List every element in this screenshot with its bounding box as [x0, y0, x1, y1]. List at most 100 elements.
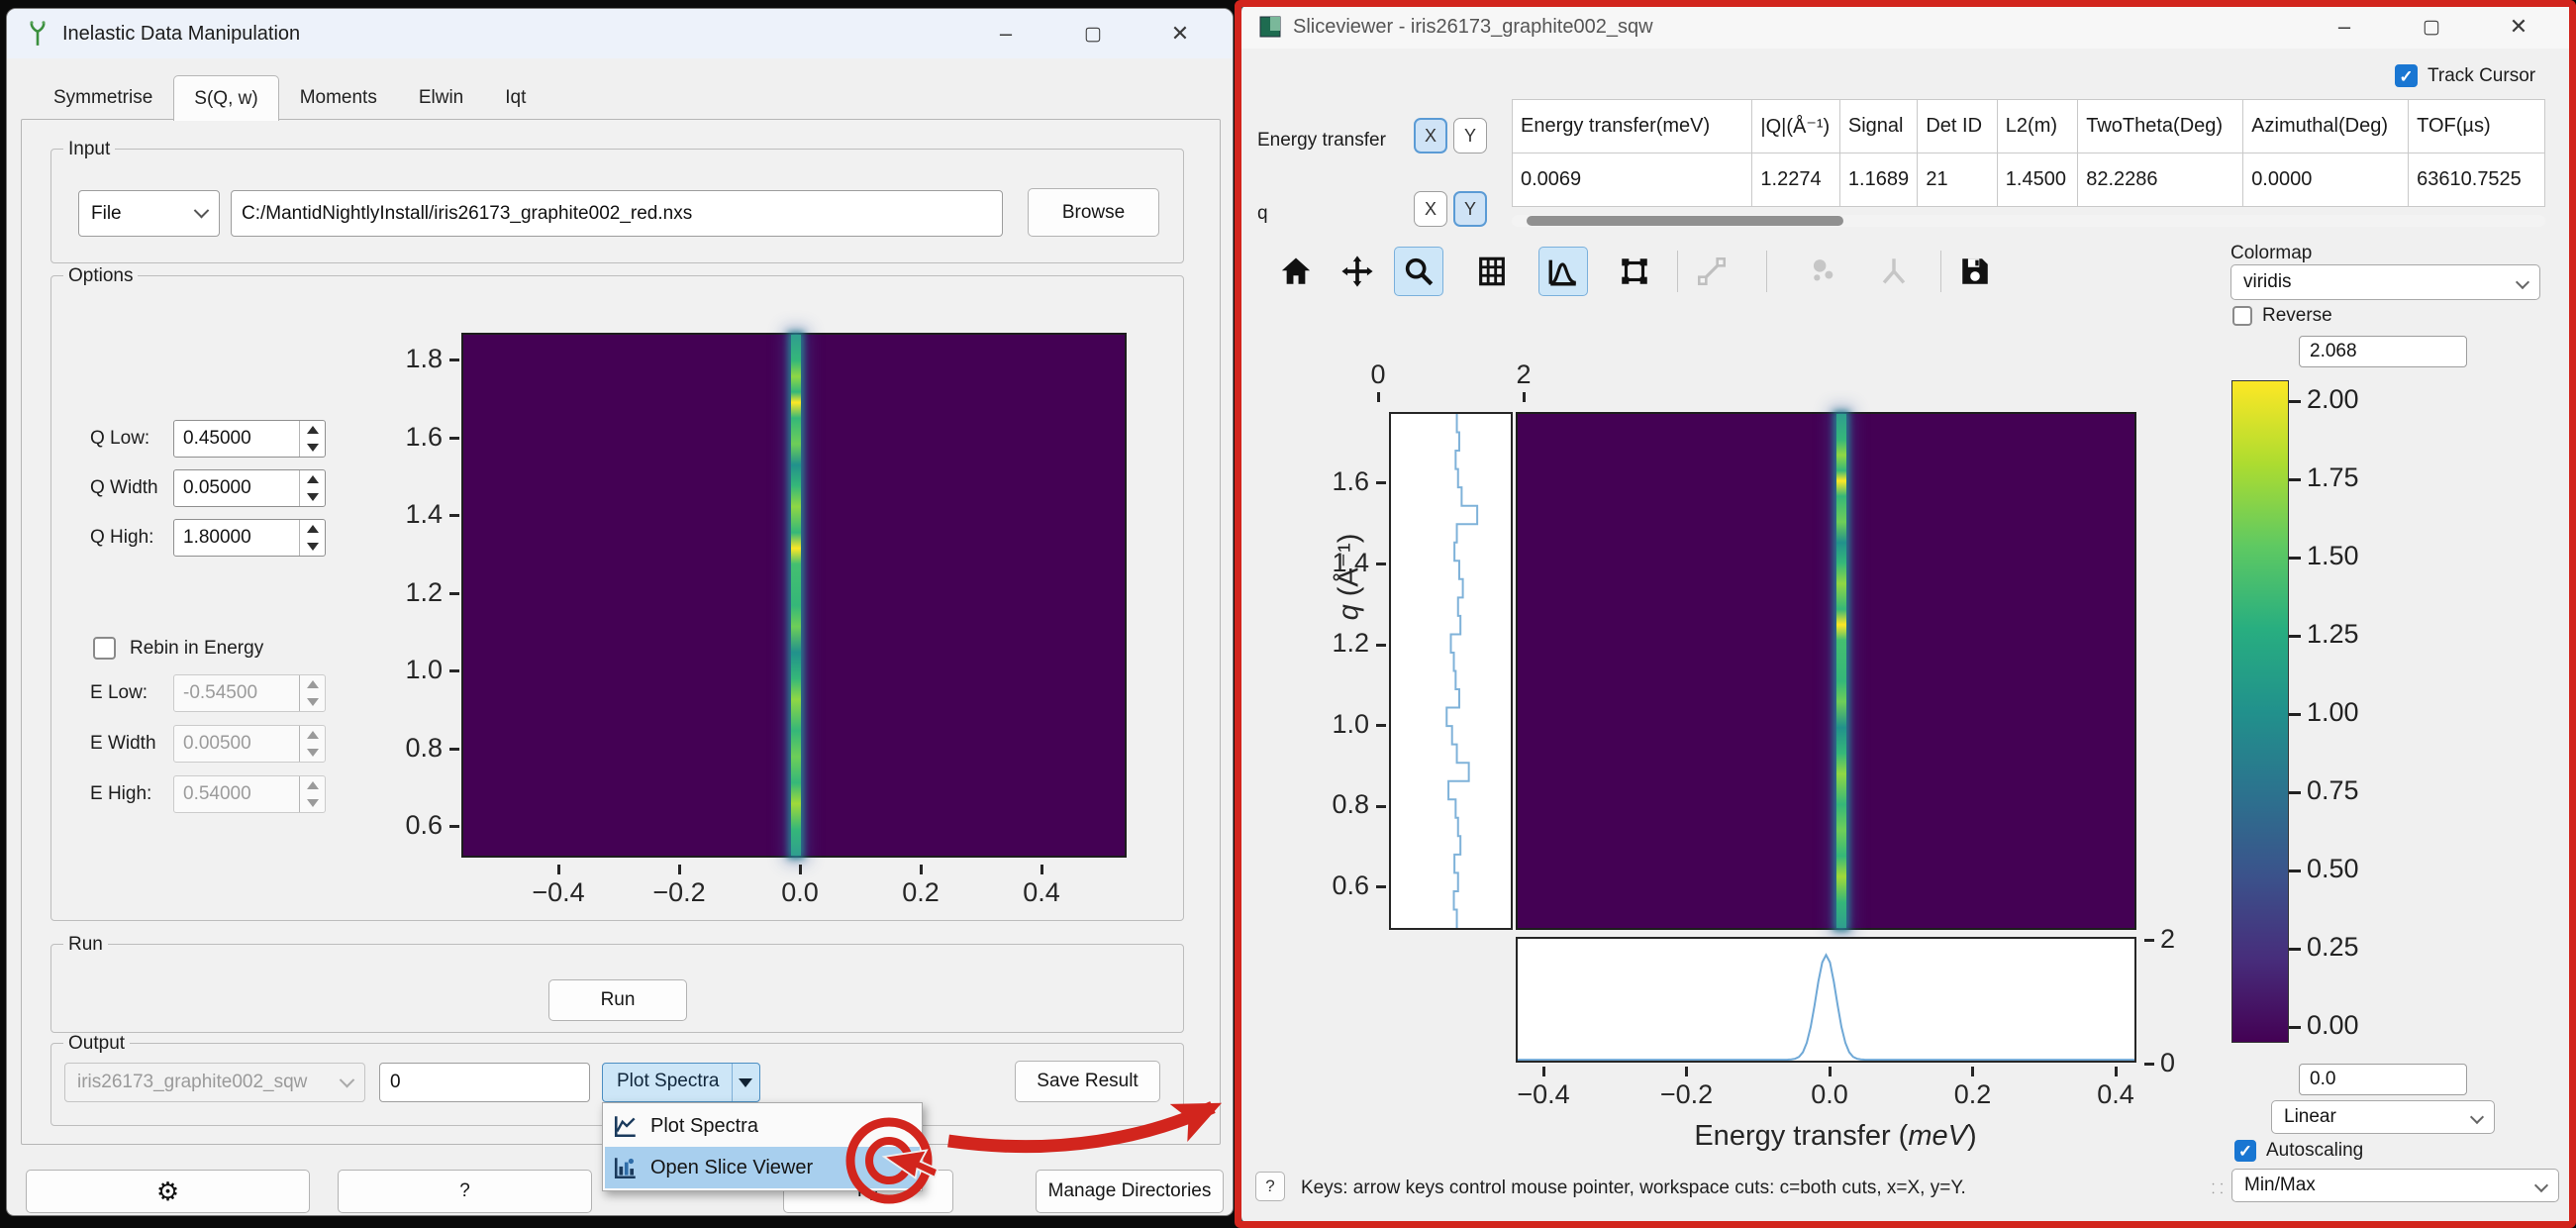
scale-select[interactable]: Linear	[2271, 1100, 2495, 1134]
q-cut-panel[interactable]	[1389, 412, 1513, 930]
table-scrollbar[interactable]	[1512, 215, 2545, 227]
colorbar-min-input[interactable]	[2299, 1064, 2467, 1095]
tab-s-q-w-[interactable]: S(Q, w)	[173, 75, 279, 121]
table-row: 0.0069 1.2274 1.1689 21 1.4500 82.2286 0.0000 6…	[1511, 153, 2545, 207]
y-tick-label: 1.4	[405, 499, 459, 530]
spin-down-icon[interactable]	[300, 439, 325, 457]
grid-button[interactable]	[1467, 247, 1517, 296]
e-field-spinner[interactable]: 0.00500	[173, 725, 326, 763]
minimize-icon[interactable]: –	[2328, 10, 2361, 44]
spinner-arrows-icon[interactable]	[299, 421, 325, 457]
e-field-label: E Low:	[90, 682, 149, 703]
tab-elwin[interactable]: Elwin	[398, 76, 484, 120]
menu-item-plot-spectra[interactable]: Plot Spectra	[605, 1105, 920, 1147]
run-button[interactable]: Run	[548, 979, 687, 1021]
roi-button[interactable]	[1610, 247, 1659, 296]
energy-y-button[interactable]: Y	[1453, 118, 1487, 154]
y-tick-label: 1.8	[405, 344, 459, 374]
plot-spectra-split-button[interactable]: Plot Spectra	[602, 1063, 760, 1102]
colorbar-max-input[interactable]	[2299, 336, 2467, 367]
spin-down-icon[interactable]	[300, 794, 325, 812]
manage-directories-button[interactable]: Manage Directories	[1036, 1170, 1224, 1213]
rebin-checkbox[interactable]	[93, 637, 116, 660]
tab-moments[interactable]: Moments	[279, 76, 398, 120]
colorbar-ticks: 2.00 1.75 1.50 1.25 1.00 0.75 0.50 0.25 0.00	[2289, 384, 2398, 1041]
minimize-icon[interactable]: –	[989, 17, 1023, 51]
save-result-button[interactable]: Save Result	[1015, 1061, 1160, 1102]
input-source-select[interactable]: File	[78, 190, 220, 237]
nonorthogonal-axes-button[interactable]	[1869, 247, 1919, 296]
reverse-checkbox[interactable]	[2232, 306, 2252, 326]
spin-up-icon[interactable]	[300, 776, 325, 794]
scrollbar-thumb[interactable]	[1527, 216, 1843, 226]
colorbar[interactable]	[2231, 380, 2289, 1043]
cut-plot-top-ticks: 02	[1358, 359, 1543, 402]
close-icon[interactable]: ✕	[2502, 10, 2535, 44]
autoscaling-checkbox[interactable]: ✓	[2234, 1140, 2256, 1162]
q-field-spinner[interactable]: 0.05000	[173, 469, 326, 507]
e-field-value: -0.54500	[183, 682, 258, 703]
output-workspace-select[interactable]: iris26173_graphite002_sqw	[64, 1063, 365, 1102]
line-plots-button[interactable]	[1538, 247, 1588, 296]
plot-spectra-menu: Plot Spectra Open Slice Viewer	[602, 1102, 923, 1191]
y-tick-label: 0.8	[405, 733, 459, 764]
menu-item-open-slice-viewer[interactable]: Open Slice Viewer	[605, 1147, 920, 1188]
q-x-button[interactable]: X	[1414, 191, 1447, 227]
spin-up-icon[interactable]	[300, 421, 325, 439]
home-button[interactable]	[1271, 247, 1321, 296]
energy-cut-panel[interactable]	[1516, 937, 2136, 1063]
save-figure-button[interactable]	[1950, 247, 2000, 296]
spectra-input[interactable]	[379, 1063, 590, 1102]
main-heatmap[interactable]	[1516, 412, 2136, 930]
energy-tick-label: 0.0	[1785, 1067, 1874, 1110]
spinner-arrows-icon[interactable]	[299, 520, 325, 556]
top-tick-label: 0	[1358, 359, 1398, 402]
track-cursor-checkbox[interactable]: ✓	[2395, 64, 2418, 87]
close-icon[interactable]: ✕	[1163, 17, 1197, 51]
line-cut-button[interactable]	[1687, 247, 1736, 296]
spin-down-icon[interactable]	[300, 744, 325, 762]
zoom-button[interactable]	[1394, 247, 1443, 296]
energy-tick-label: −0.2	[1642, 1067, 1732, 1110]
spin-up-icon[interactable]	[300, 470, 325, 488]
colorbar-tick-label: 1.50	[2289, 541, 2359, 571]
spinner-arrows-icon[interactable]	[299, 726, 325, 762]
file-path-input[interactable]	[231, 190, 1003, 237]
q-y-button[interactable]: Y	[1453, 191, 1487, 227]
e-field-spinner[interactable]: -0.54500	[173, 674, 326, 712]
tab-symmetrise[interactable]: Symmetrise	[33, 76, 173, 120]
spin-up-icon[interactable]	[300, 520, 325, 538]
pan-button[interactable]	[1333, 247, 1382, 296]
colorbar-tick-label: 0.50	[2289, 854, 2359, 884]
spinner-arrows-icon[interactable]	[299, 470, 325, 506]
maximize-icon[interactable]: ▢	[2415, 10, 2448, 44]
maximize-icon[interactable]: ▢	[1076, 17, 1110, 51]
chevron-down-icon	[2469, 1109, 2485, 1125]
overlay-peaks-button[interactable]	[1798, 247, 1847, 296]
colorbar-tick-label: 1.00	[2289, 697, 2359, 728]
peaks-icon	[1813, 259, 1833, 281]
spin-down-icon[interactable]	[300, 488, 325, 506]
spin-down-icon[interactable]	[300, 693, 325, 711]
e-field-value: 0.54000	[183, 783, 251, 804]
q-field-spinner[interactable]: 1.80000	[173, 519, 326, 557]
status-help-button[interactable]: ?	[1255, 1172, 1285, 1201]
tab-iqt[interactable]: Iqt	[484, 76, 546, 120]
energy-x-button[interactable]: X	[1414, 118, 1447, 154]
spin-down-icon[interactable]	[300, 538, 325, 556]
sqw-preview-heatmap[interactable]	[461, 333, 1127, 858]
left-plot-y-ticks: 1.8 1.6 1.4 1.2 1.0 0.8 0.6	[368, 344, 459, 841]
q-field-spinner[interactable]: 0.45000	[173, 420, 326, 458]
spinner-arrows-icon[interactable]	[299, 675, 325, 711]
settings-button[interactable]: ⚙	[26, 1170, 310, 1213]
spin-up-icon[interactable]	[300, 726, 325, 744]
resize-grip-icon[interactable]: ⸬	[2212, 1179, 2225, 1198]
help-button[interactable]: ?	[338, 1170, 592, 1213]
spin-up-icon[interactable]	[300, 675, 325, 693]
browse-button[interactable]: Browse	[1028, 188, 1159, 237]
norm-select[interactable]: Min/Max	[2231, 1169, 2559, 1202]
e-field-spinner[interactable]: 0.54000	[173, 775, 326, 813]
spinner-arrows-icon[interactable]	[299, 776, 325, 812]
dropdown-arrow-icon[interactable]	[731, 1064, 759, 1101]
colormap-select[interactable]: viridis	[2230, 264, 2540, 300]
